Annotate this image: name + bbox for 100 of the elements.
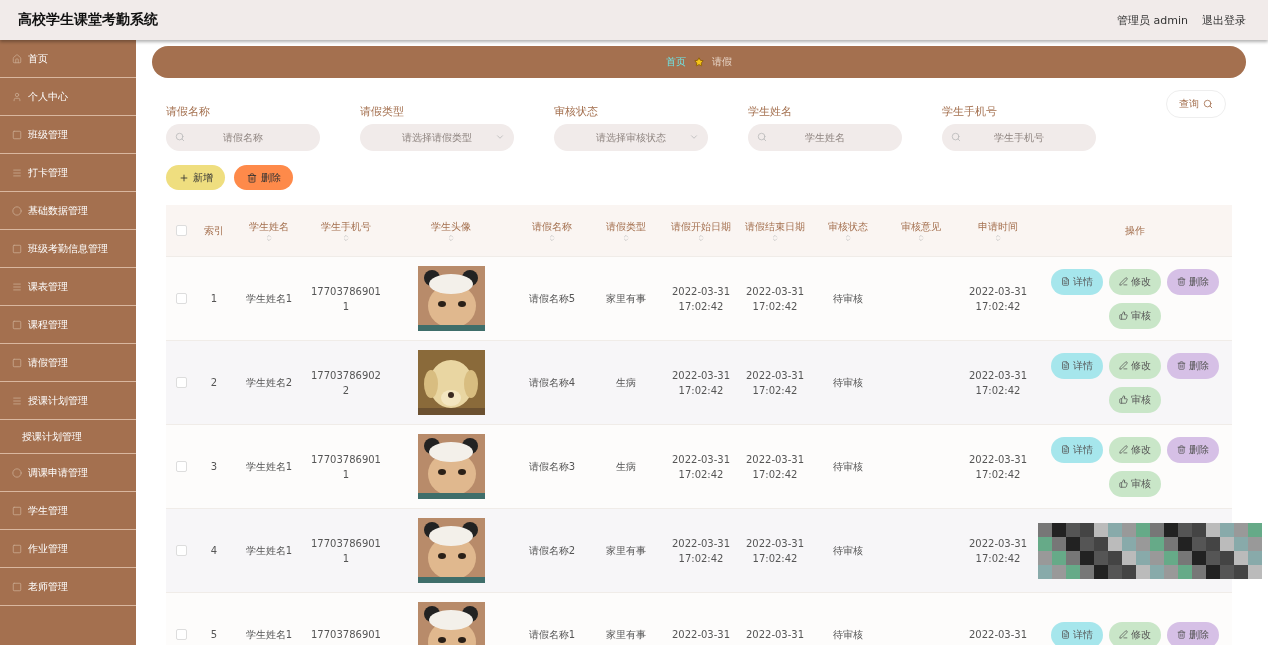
table-cell-text: 1 xyxy=(210,292,218,306)
sort-icon[interactable] xyxy=(917,233,925,242)
user-label[interactable]: 管理员 admin xyxy=(1117,12,1188,28)
table-cell-text: 学生姓名2 xyxy=(245,376,293,390)
table-cell-text: 2 xyxy=(210,376,218,390)
table-cell-text: 2022-03-31 xyxy=(745,628,805,642)
row-checkbox[interactable] xyxy=(175,545,187,556)
sidebar-item[interactable]: 基础数据管理 xyxy=(0,192,136,230)
sort-icon[interactable] xyxy=(447,233,455,242)
delete-button[interactable]: 删除 xyxy=(1167,352,1219,379)
table-cell-text: 17703786901 xyxy=(311,536,381,551)
table-cell-text: 17703786901 xyxy=(311,628,381,642)
column-header: 学生姓名 xyxy=(249,219,289,234)
edit-button[interactable]: 修改 xyxy=(1109,436,1161,463)
delete-button[interactable]: 删除 xyxy=(1167,268,1219,295)
row-checkbox[interactable] xyxy=(175,377,187,388)
logout-link[interactable]: 退出登录 xyxy=(1202,12,1246,28)
table-cell-text: 17:02:42 xyxy=(975,299,1021,314)
detail-button[interactable]: 详情 xyxy=(1051,621,1103,645)
filter-label: 学生姓名 xyxy=(748,104,793,119)
sidebar-item[interactable]: 学生管理 xyxy=(0,492,136,530)
select-field[interactable]: 请选择请假类型 xyxy=(360,124,514,151)
delete-button[interactable]: 删除 xyxy=(234,165,293,190)
review-button[interactable]: 审核 xyxy=(1109,302,1161,329)
breadcrumb-link[interactable]: 首页 xyxy=(666,55,686,69)
sort-icon[interactable] xyxy=(622,233,630,242)
menu-item-icon xyxy=(12,53,22,64)
select-field[interactable]: 请选择审核状态 xyxy=(554,124,708,151)
edit-button[interactable]: 修改 xyxy=(1109,268,1161,295)
delete-button[interactable]: 删除 xyxy=(1167,436,1219,463)
table-cell-text: 5 xyxy=(210,628,218,642)
table-cell-text: 1 xyxy=(342,551,350,566)
table-cell-text: 17:02:42 xyxy=(678,467,724,482)
table-cell-text: 3 xyxy=(210,460,218,474)
row-checkbox[interactable] xyxy=(175,293,187,304)
sort-icon[interactable] xyxy=(697,233,705,242)
sort-icon[interactable] xyxy=(771,233,779,242)
select-all-checkbox[interactable] xyxy=(175,225,187,236)
detail-button[interactable]: 详情 xyxy=(1051,352,1103,379)
sidebar-item[interactable]: 班级考勤信息管理 xyxy=(0,230,136,268)
column-header: 审核意见 xyxy=(901,219,941,234)
delete-button[interactable]: 删除 xyxy=(1167,621,1219,645)
menu-item-icon xyxy=(12,167,22,178)
edit-button[interactable]: 修改 xyxy=(1109,621,1161,645)
sort-icon[interactable] xyxy=(548,233,556,242)
sidebar-item[interactable]: 调课申请管理 xyxy=(0,454,136,492)
row-checkbox[interactable] xyxy=(175,461,187,472)
trash-icon xyxy=(1177,445,1186,454)
table-cell-text: 2022-03-31 xyxy=(968,284,1028,299)
sidebar-item[interactable]: 老师管理 xyxy=(0,568,136,606)
app-title: 高校学生课堂考勤系统 xyxy=(18,11,158,29)
column-header: 操作 xyxy=(1125,223,1145,238)
menu-item-icon xyxy=(12,205,22,216)
sidebar-item[interactable]: 课程管理 xyxy=(0,306,136,344)
sidebar-item[interactable]: 课表管理 xyxy=(0,268,136,306)
sidebar-item[interactable]: 班级管理 xyxy=(0,116,136,154)
query-button[interactable]: 查询 xyxy=(1166,90,1226,118)
detail-icon xyxy=(1061,630,1070,639)
table-cell-text: 请假名称4 xyxy=(528,376,576,390)
pen-icon xyxy=(1119,361,1128,370)
detail-button[interactable]: 详情 xyxy=(1051,436,1103,463)
pen-icon xyxy=(1119,630,1128,639)
trash-icon xyxy=(1177,630,1186,639)
sort-icon[interactable] xyxy=(844,233,852,242)
filter-label: 审核状态 xyxy=(554,104,599,119)
table-cell-text: 学生姓名1 xyxy=(245,544,293,558)
add-button[interactable]: 新增 xyxy=(166,165,225,190)
sidebar-item[interactable]: 个人中心 xyxy=(0,78,136,116)
table-cell-text: 2022-03-31 xyxy=(671,284,731,299)
pen-icon xyxy=(1119,277,1128,286)
sidebar-item[interactable]: 首页 xyxy=(0,40,136,78)
sidebar-item[interactable]: 授课计划管理 xyxy=(0,382,136,420)
table-cell-text: 生病 xyxy=(616,376,636,390)
table-cell-text: 17:02:42 xyxy=(975,467,1021,482)
search-field[interactable]: 学生姓名 xyxy=(748,124,902,151)
sort-icon[interactable] xyxy=(994,233,1002,242)
search-icon xyxy=(175,132,185,142)
filter-label: 请假类型 xyxy=(360,104,405,119)
sort-icon[interactable] xyxy=(265,233,273,242)
sort-icon[interactable] xyxy=(342,233,350,242)
review-button[interactable]: 审核 xyxy=(1109,470,1161,497)
menu-item-icon xyxy=(12,581,22,592)
sidebar-subitem[interactable]: 授课计划管理 xyxy=(0,420,136,454)
breadcrumb-link[interactable]: 请假 xyxy=(712,55,732,69)
table-cell-text: 17:02:42 xyxy=(975,383,1021,398)
edit-button[interactable]: 修改 xyxy=(1109,352,1161,379)
sidebar-item[interactable]: 请假管理 xyxy=(0,344,136,382)
search-field[interactable]: 请假名称 xyxy=(166,124,320,151)
menu-item-icon xyxy=(12,505,22,516)
table-cell-text: 17:02:42 xyxy=(975,551,1021,566)
sidebar-item[interactable]: 打卡管理 xyxy=(0,154,136,192)
sidebar-item[interactable]: 作业管理 xyxy=(0,530,136,568)
table-cell-text: 17:02:42 xyxy=(752,299,798,314)
table-cell-text: 2022-03-31 xyxy=(671,452,731,467)
detail-icon xyxy=(1061,361,1070,370)
search-field[interactable]: 学生手机号 xyxy=(942,124,1096,151)
detail-button[interactable]: 详情 xyxy=(1051,268,1103,295)
review-button[interactable]: 审核 xyxy=(1109,386,1161,413)
row-checkbox[interactable] xyxy=(175,629,187,640)
table-cell-text: 待审核 xyxy=(833,460,863,474)
